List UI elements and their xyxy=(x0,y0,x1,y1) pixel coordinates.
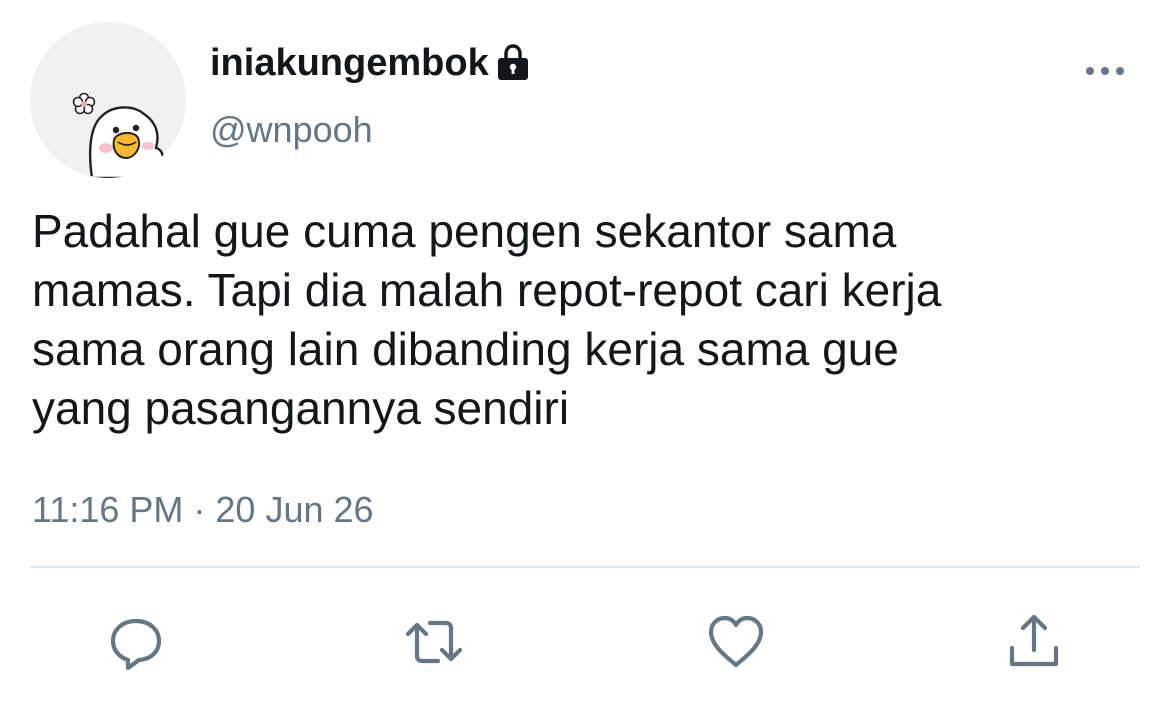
user-handle[interactable]: @wnpooh xyxy=(210,108,373,152)
user-display-name-row[interactable]: iniakungembok xyxy=(210,40,531,86)
tweet-text: Padahal gue cuma pengen sekantor sama ma… xyxy=(32,205,942,434)
duck-avatar-icon xyxy=(72,92,164,178)
display-name[interactable]: iniakungembok xyxy=(210,40,489,86)
more-dots-icon xyxy=(1086,67,1124,75)
share-icon xyxy=(1009,614,1059,667)
retweet-button[interactable] xyxy=(402,610,466,674)
reply-icon xyxy=(110,618,162,671)
like-button[interactable] xyxy=(704,610,768,674)
reply-button[interactable] xyxy=(104,610,168,674)
divider xyxy=(30,566,1140,568)
heart-icon xyxy=(708,615,764,668)
flower-icon xyxy=(72,92,96,115)
lock-icon xyxy=(495,43,531,83)
share-button[interactable] xyxy=(1002,610,1066,674)
tweet-timestamp[interactable]: 11:16 PM · 20 Jun 26 xyxy=(32,488,374,532)
avatar[interactable] xyxy=(30,22,186,178)
more-options-button[interactable] xyxy=(1082,56,1128,86)
retweet-icon xyxy=(405,620,463,664)
